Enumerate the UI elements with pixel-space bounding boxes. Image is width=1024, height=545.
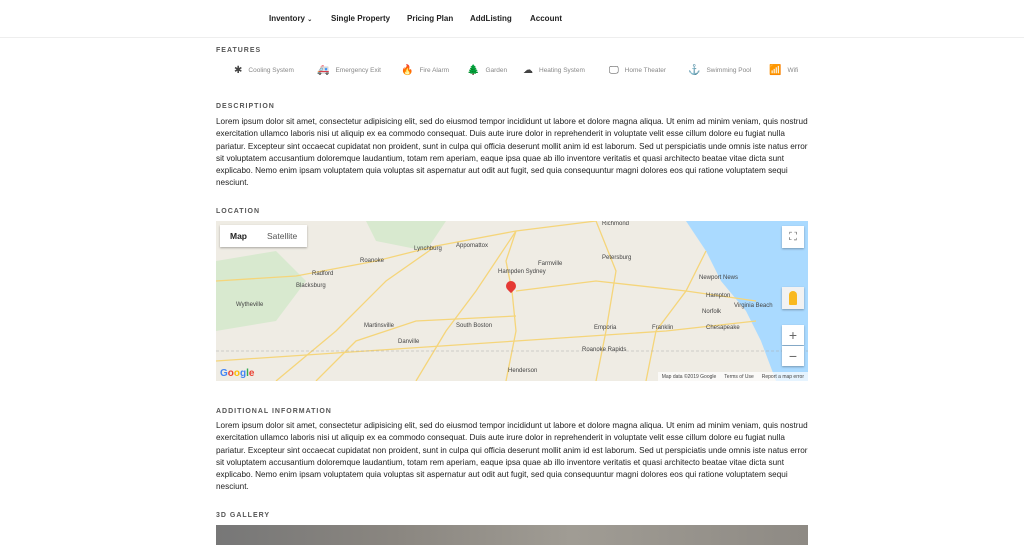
feature-item: 🖵 Home Theater <box>609 65 666 76</box>
fullscreen-icon[interactable]: ⛶ <box>782 226 804 248</box>
wifi-icon: 📶 <box>769 65 782 76</box>
tv-icon: 🖵 <box>609 65 619 76</box>
map-city: Martinsville <box>364 323 395 329</box>
feature-label: Emergency Exit <box>335 67 381 74</box>
google-logo: Google <box>220 368 255 379</box>
map-city: South Boston <box>456 323 493 329</box>
top-nav: Inventory ⌄ Single Property Pricing Plan… <box>0 0 1024 38</box>
nav-inventory[interactable]: Inventory ⌄ <box>269 14 312 23</box>
map-city: Blacksburg <box>296 283 326 289</box>
map-city: Hampden Sydney <box>498 269 546 275</box>
map-city: Virginia Beach <box>734 303 773 309</box>
cloud-icon: ☁ <box>523 65 533 76</box>
description-text: Lorem ipsum dolor sit amet, consectetur … <box>216 117 808 188</box>
map-city: Danville <box>398 339 420 345</box>
map-city: Emporia <box>594 325 617 331</box>
location-heading: LOCATION <box>216 208 261 215</box>
map-city: Norfolk <box>702 309 722 315</box>
pegman-icon[interactable] <box>782 287 804 309</box>
gallery-heading: 3D GALLERY <box>216 512 271 519</box>
map-tab[interactable]: Map <box>220 225 257 247</box>
nav-single-property[interactable]: Single Property <box>331 14 390 23</box>
map-city: Chesapeake <box>706 325 740 331</box>
map-city: Radford <box>312 271 334 277</box>
feature-label: Cooling System <box>248 67 294 74</box>
zoom-in-button[interactable]: + <box>782 325 804 345</box>
feature-item: 📶 Wifi <box>769 65 798 76</box>
map-city: Franklin <box>652 325 674 331</box>
map-footer: Map data ©2019 Google Terms of Use Repor… <box>657 372 808 381</box>
feature-label: Heating System <box>539 67 585 74</box>
feature-item: 🌲 Garden <box>467 65 507 76</box>
feature-label: Home Theater <box>624 67 667 74</box>
satellite-tab[interactable]: Satellite <box>257 225 307 247</box>
nav-pricing-plan[interactable]: Pricing Plan <box>407 14 453 23</box>
map-city: Hampton <box>706 293 731 299</box>
description-heading: DESCRIPTION <box>216 103 275 110</box>
map-type-control: Map Satellite <box>220 225 308 247</box>
ambulance-icon: 🚑 <box>317 65 330 76</box>
feature-item: 🔥 Fire Alarm <box>401 65 449 76</box>
map-city: Farmville <box>538 261 563 267</box>
map-city: Newport News <box>699 275 739 281</box>
chevron-down-icon: ⌄ <box>307 17 313 23</box>
nav-label: Inventory <box>269 14 306 23</box>
report-error-link[interactable]: Report a map error <box>762 374 804 380</box>
feature-item: ☁ Heating System <box>523 65 585 76</box>
feature-label: Garden <box>485 67 508 74</box>
additional-info-text: Lorem ipsum dolor sit amet, consectetur … <box>216 421 808 492</box>
feature-label: Wifi <box>787 67 799 74</box>
feature-label: Fire Alarm <box>419 67 450 74</box>
zoom-out-button[interactable]: − <box>782 346 804 366</box>
snowflake-icon: ✱ <box>234 65 243 76</box>
map-city: Lynchburg <box>414 246 442 252</box>
map-attribution: Map data ©2019 Google <box>661 374 717 380</box>
map-city: Roanoke <box>360 258 385 264</box>
map-city: Richmond <box>602 221 630 227</box>
fire-icon: 🔥 <box>401 65 414 76</box>
gallery-3d-viewer[interactable] <box>216 525 808 545</box>
feature-item: 🚑 Emergency Exit <box>317 65 381 76</box>
nav-add-listing[interactable]: AddListing <box>470 14 512 23</box>
additional-info-heading: ADDITIONAL INFORMATION <box>216 408 332 415</box>
features-heading: FEATURES <box>216 47 262 54</box>
location-map[interactable]: Lynchburg Richmond Roanoke Blacksburg Ra… <box>216 221 808 381</box>
feature-label: Swimming Pool <box>706 67 752 74</box>
nav-account[interactable]: Account <box>530 14 562 23</box>
tree-icon: 🌲 <box>467 65 480 76</box>
feature-item: ⚓ Swimming Pool <box>688 65 751 76</box>
feature-item: ✱ Cooling System <box>234 65 294 76</box>
map-city: Petersburg <box>602 255 632 261</box>
terms-link[interactable]: Terms of Use <box>724 374 753 380</box>
map-city: Wytheville <box>236 302 264 308</box>
map-city: Appomattox <box>456 243 489 249</box>
map-city: Roanoke Rapids <box>582 347 627 353</box>
anchor-icon: ⚓ <box>688 65 701 76</box>
map-city: Henderson <box>508 368 538 374</box>
